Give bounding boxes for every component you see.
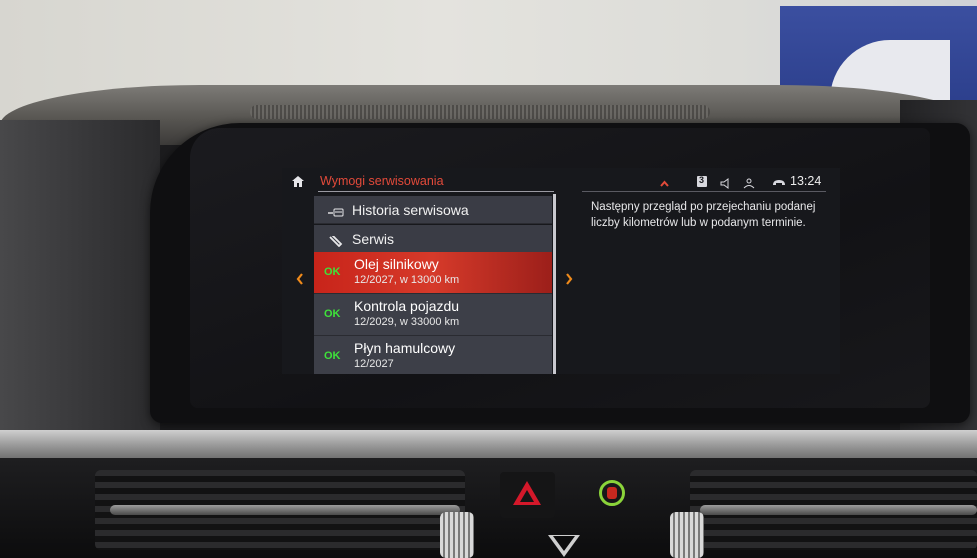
dashboard-speaker-grille bbox=[250, 105, 710, 119]
list-item-vehicle-check[interactable]: OK Kontrola pojazdu 12/2029, w 33000 km bbox=[314, 294, 552, 336]
wrench-icon bbox=[328, 234, 344, 248]
people-icon bbox=[742, 176, 756, 189]
lock-icon bbox=[607, 487, 617, 499]
speaker-icon bbox=[720, 176, 732, 189]
home-icon[interactable] bbox=[292, 176, 304, 187]
idrive-screen: Wymogi serwisowania 13:24 Historia serwi… bbox=[282, 168, 840, 374]
phone-icon bbox=[772, 176, 788, 187]
title-divider bbox=[318, 191, 554, 192]
item-subtitle: 12/2029, w 33000 km bbox=[354, 316, 460, 328]
item-title: Kontrola pojazdu bbox=[354, 298, 460, 314]
status-badge: OK bbox=[324, 266, 341, 278]
hazard-icon-inner bbox=[520, 490, 534, 502]
scrollbar[interactable] bbox=[553, 194, 556, 374]
vent-knob-left[interactable] bbox=[440, 512, 474, 558]
item-subtitle: 12/2027 bbox=[354, 358, 394, 370]
item-title: Olej silnikowy bbox=[354, 256, 439, 272]
status-badge: OK bbox=[324, 308, 341, 320]
description-text: Następny przegląd po przejechaniu podane… bbox=[591, 201, 816, 229]
top-bar: Wymogi serwisowania 13:24 bbox=[282, 168, 840, 194]
menu-item-history[interactable]: Historia serwisowa bbox=[314, 196, 552, 224]
vent-knob-right[interactable] bbox=[670, 512, 704, 558]
item-title: Płyn hamulcowy bbox=[354, 340, 456, 356]
list-item-engine-oil[interactable]: OK Olej silnikowy 12/2027, w 13000 km bbox=[314, 252, 552, 294]
clock: 13:24 bbox=[790, 174, 822, 188]
list-item-brake-fluid[interactable]: OK Płyn hamulcowy 12/2027 bbox=[314, 336, 552, 374]
badge-icon bbox=[697, 175, 707, 187]
service-list: Historia serwisowa Serwis OK Olej silnik… bbox=[314, 194, 556, 374]
item-subtitle: 12/2027, w 13000 km bbox=[354, 274, 460, 286]
menu-item-label: Historia serwisowa bbox=[352, 202, 469, 218]
menu-item-service[interactable]: Serwis bbox=[314, 225, 552, 253]
vent-blade-left bbox=[110, 505, 460, 515]
page-title: Wymogi serwisowania bbox=[320, 174, 444, 188]
chevron-right-icon[interactable] bbox=[565, 272, 573, 285]
dashboard-left bbox=[0, 120, 160, 440]
status-badge: OK bbox=[324, 350, 341, 362]
vent-blade-right bbox=[700, 505, 977, 515]
info-divider bbox=[582, 191, 826, 192]
menu-item-label: Serwis bbox=[352, 231, 395, 247]
chrome-trim bbox=[0, 430, 977, 460]
chevron-up-icon[interactable] bbox=[660, 175, 669, 187]
car-history-icon bbox=[328, 205, 344, 217]
eject-icon-inner bbox=[553, 536, 575, 551]
chevron-left-icon[interactable] bbox=[296, 272, 304, 285]
